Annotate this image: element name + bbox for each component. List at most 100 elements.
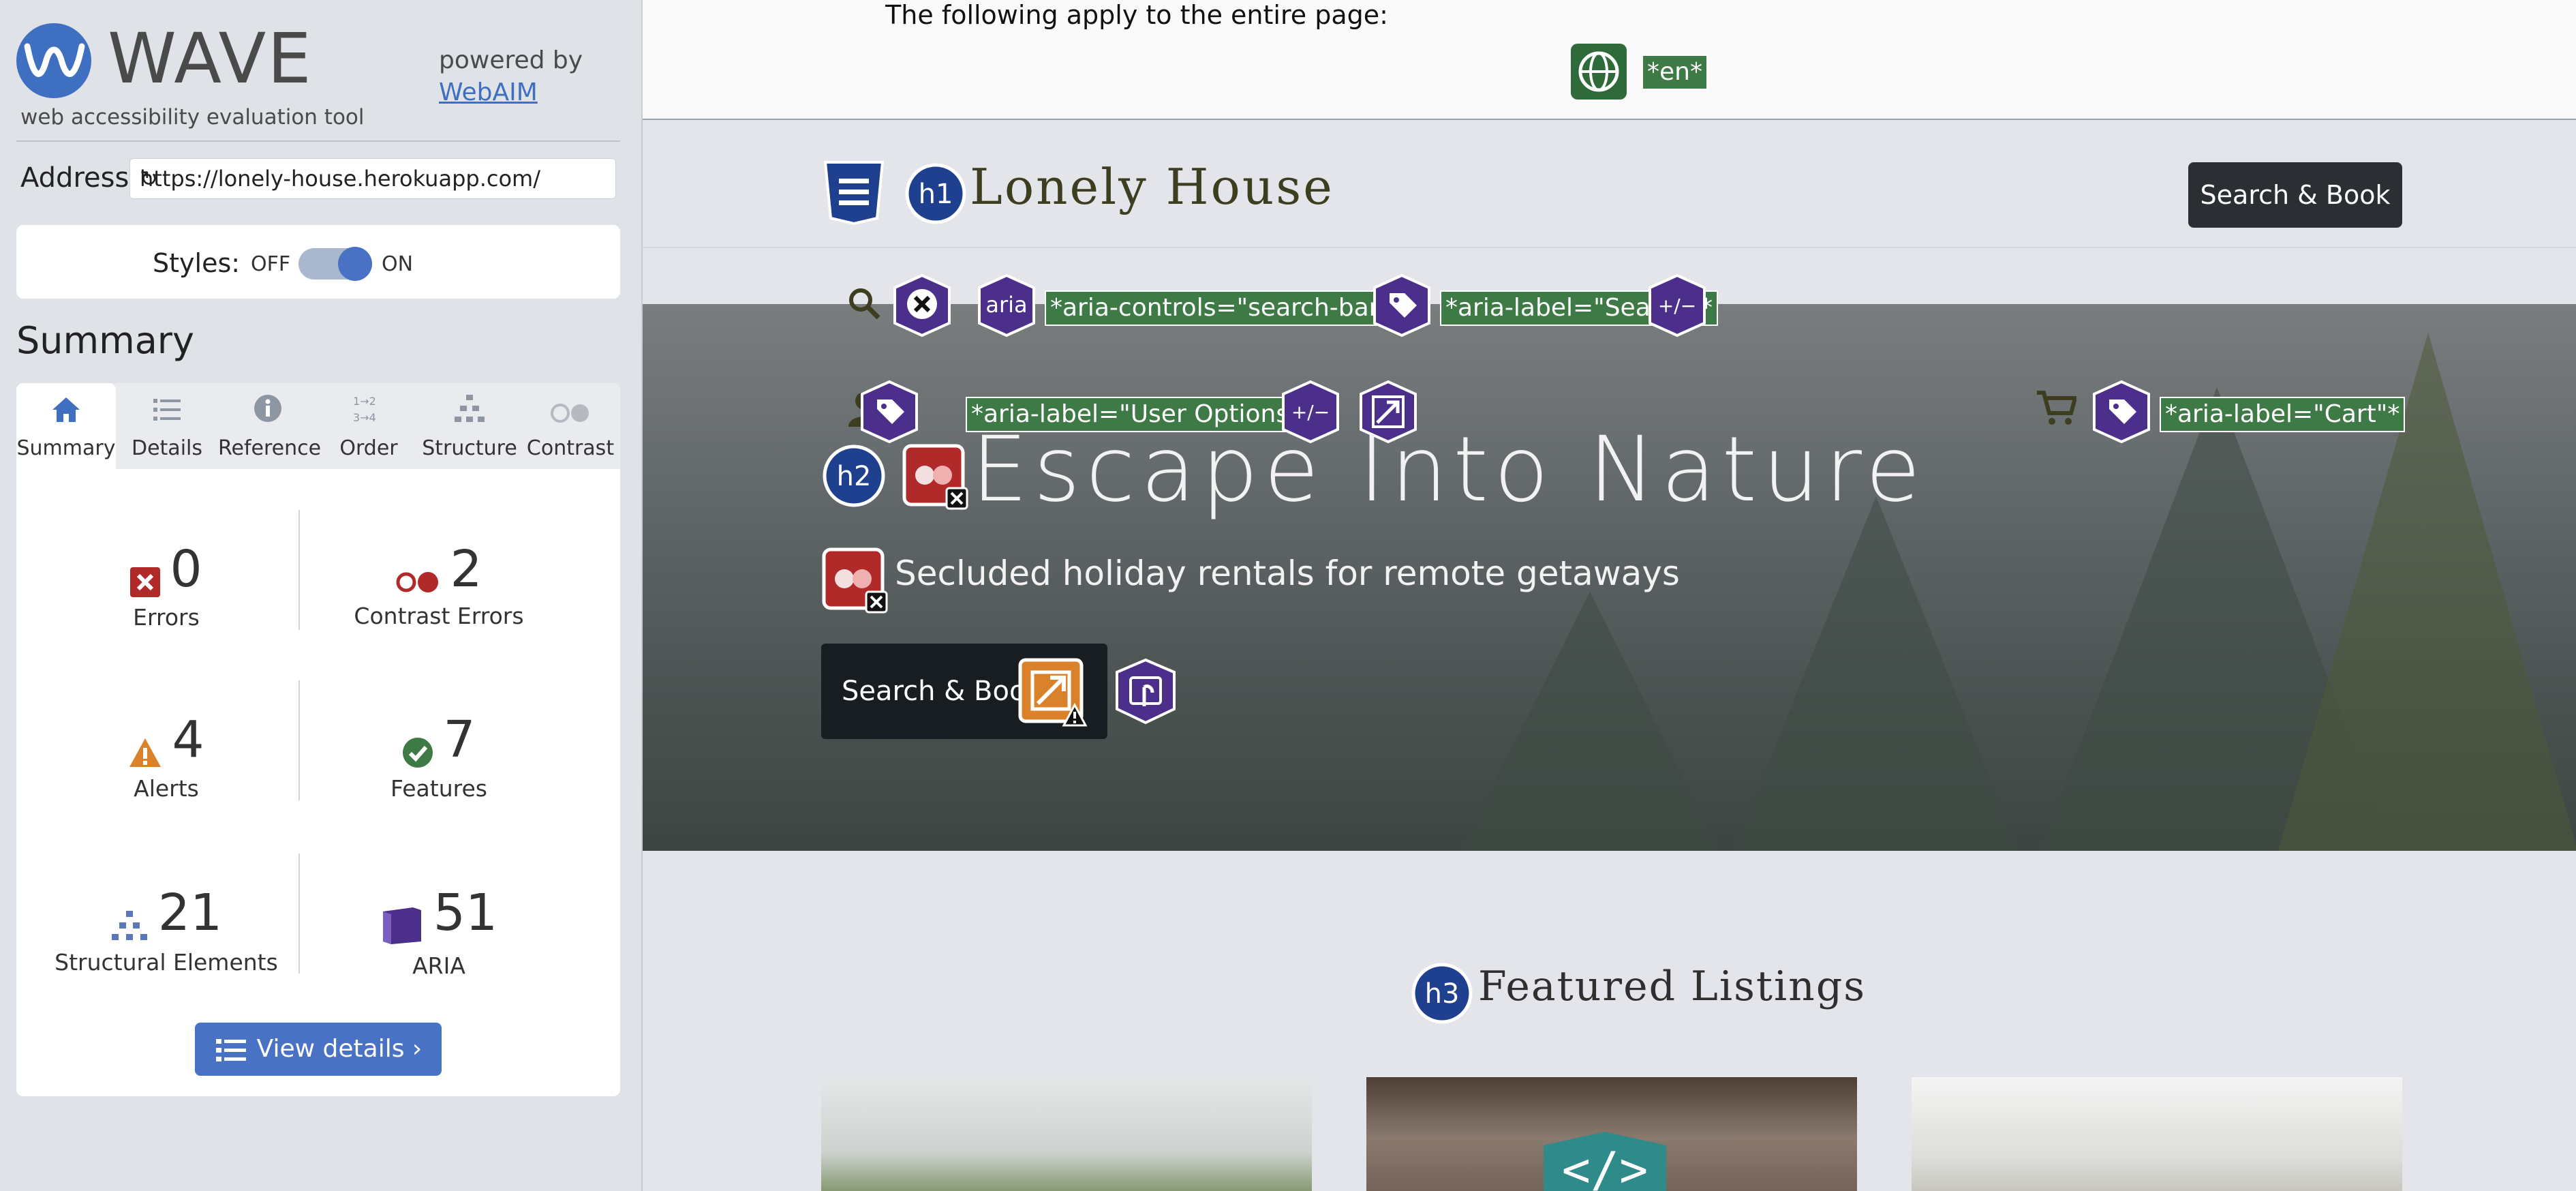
- stat-contrast-errors[interactable]: 2 Contrast Errors: [303, 540, 575, 629]
- wave-sidebar: WAVE web accessibility evaluation tool p…: [0, 0, 643, 1191]
- errors-label: Errors: [133, 603, 200, 631]
- alerts-label: Alerts: [134, 774, 199, 802]
- aria-label-icon[interactable]: [857, 379, 922, 444]
- styles-card: Styles: OFF ON: [16, 225, 620, 299]
- stat-features[interactable]: 7 Features: [303, 710, 575, 802]
- site-title[interactable]: Lonely House: [970, 158, 1334, 215]
- aria-expanded-icon[interactable]: +/−: [1644, 273, 1710, 338]
- h1-icon[interactable]: h1: [904, 162, 967, 225]
- tab-label: Summary: [16, 436, 116, 460]
- reload-icon[interactable]: ↻: [140, 166, 607, 192]
- tab-reference[interactable]: Reference: [218, 383, 322, 469]
- svg-text:h1: h1: [919, 179, 953, 210]
- h2-icon[interactable]: h2: [821, 443, 887, 509]
- structure-icon: [110, 909, 149, 945]
- alert-link-icon[interactable]: [1017, 657, 1088, 728]
- stat-alerts[interactable]: 4 Alerts: [30, 710, 303, 802]
- menu-structure-icon[interactable]: [821, 157, 887, 225]
- hero-button-label: Search & Book: [842, 676, 1042, 707]
- code-icon: </>: [1544, 1132, 1666, 1191]
- alerts-count: 4: [172, 710, 204, 769]
- divider: [16, 140, 620, 142]
- wave-logo-mark: [24, 43, 85, 77]
- svg-text:h2: h2: [837, 461, 872, 492]
- tab-summary[interactable]: Summary: [16, 383, 116, 469]
- hero-subtitle: Secluded holiday rentals for remote geta…: [895, 554, 1680, 593]
- tab-label: Order: [339, 436, 398, 460]
- address-label: Address:: [20, 162, 138, 194]
- structure-icon: [420, 393, 519, 432]
- info-icon: [218, 393, 318, 432]
- svg-text:1→2: 1→2: [353, 395, 376, 408]
- page-level-panel: The following apply to the entire page: …: [643, 0, 2576, 121]
- tree-shape: [1460, 592, 1719, 851]
- styles-label: Styles:: [153, 248, 241, 278]
- wave-title: WAVE: [108, 18, 313, 100]
- tab-contrast[interactable]: Contrast: [521, 383, 620, 469]
- home-icon: [16, 393, 116, 432]
- alert-icon: [128, 737, 162, 771]
- tree-shape: [1733, 496, 2019, 851]
- tab-order[interactable]: 1→2 3→4 Order: [319, 383, 418, 469]
- aria-icon: [380, 906, 424, 948]
- listing-image[interactable]: [1912, 1077, 2402, 1191]
- webaim-link[interactable]: WebAIM: [439, 78, 538, 106]
- aria-label: ARIA: [412, 952, 465, 979]
- address-input[interactable]: https://lonely-house.herokuapp.com/ ↻: [129, 158, 616, 199]
- contrast-errors-label: Contrast Errors: [354, 603, 524, 629]
- aria-label-icon[interactable]: [1369, 273, 1435, 338]
- aria-label-icon[interactable]: [2089, 379, 2154, 444]
- tab-label: Contrast: [526, 436, 615, 460]
- tabindex-icon[interactable]: [1111, 657, 1180, 725]
- aria-badge-icon[interactable]: aria: [974, 273, 1039, 338]
- aria-count: 51: [433, 884, 498, 942]
- features-count: 7: [443, 710, 476, 769]
- tab-structure[interactable]: Structure: [420, 383, 519, 469]
- stat-structural[interactable]: 21 Structural Elements: [30, 884, 303, 976]
- list-icon: [215, 1039, 246, 1061]
- svg-text:h3: h3: [1425, 978, 1460, 1010]
- view-details-button[interactable]: View details ›: [195, 1023, 442, 1076]
- stat-errors[interactable]: 0 Errors: [30, 540, 303, 631]
- listing-image[interactable]: </>: [1366, 1077, 1857, 1191]
- featured-heading: Featured Listings: [1478, 963, 1867, 1010]
- powered-by-text: powered by: [439, 46, 583, 74]
- lang-tag: *en*: [1642, 55, 1708, 90]
- cart-icon[interactable]: [2036, 389, 2076, 427]
- feature-icon: [402, 737, 433, 771]
- powered-by: powered by WebAIM: [439, 45, 583, 109]
- tab-bar: Summary Details Reference 1→23→4 Order: [16, 383, 620, 469]
- hero-title: Escape Into Nature: [971, 417, 1927, 522]
- styles-on-label: ON: [382, 252, 414, 276]
- view-details-label: View details ›: [256, 1035, 423, 1063]
- search-icon[interactable]: [847, 286, 881, 320]
- contrast-error-icon[interactable]: [902, 443, 970, 511]
- styles-off-label: OFF: [251, 252, 291, 276]
- tab-label: Reference: [218, 436, 322, 460]
- contrast-error-icon: [395, 571, 440, 597]
- errors-count: 0: [170, 540, 202, 599]
- styles-toggle[interactable]: [298, 247, 372, 281]
- tab-details[interactable]: Details: [117, 383, 217, 469]
- missing-label-icon[interactable]: [889, 273, 955, 338]
- applies-text: The following apply to the entire page:: [885, 0, 1388, 30]
- contrast-errors-count: 2: [450, 540, 482, 599]
- svg-text:+/−: +/−: [1658, 295, 1696, 317]
- contrast-error-icon[interactable]: [821, 547, 889, 615]
- structural-count: 21: [157, 884, 223, 942]
- structural-label: Structural Elements: [55, 948, 278, 976]
- list-icon: [117, 393, 217, 432]
- search-book-button[interactable]: Search & Book: [2188, 162, 2402, 228]
- globe-icon[interactable]: [1569, 42, 1628, 101]
- summary-heading: Summary: [16, 319, 194, 362]
- listing-image[interactable]: [821, 1077, 1312, 1191]
- features-label: Features: [390, 774, 487, 802]
- order-icon: 1→2 3→4: [319, 393, 418, 432]
- tab-label: Details: [131, 436, 202, 460]
- toggle-knob: [338, 247, 372, 281]
- stat-aria[interactable]: 51 ARIA: [303, 884, 575, 979]
- site-header: h1 Lonely House Search & Book: [643, 120, 2576, 248]
- h3-icon[interactable]: h3: [1410, 961, 1474, 1025]
- svg-text:</>: </>: [1562, 1142, 1648, 1191]
- tab-label: Structure: [422, 436, 517, 460]
